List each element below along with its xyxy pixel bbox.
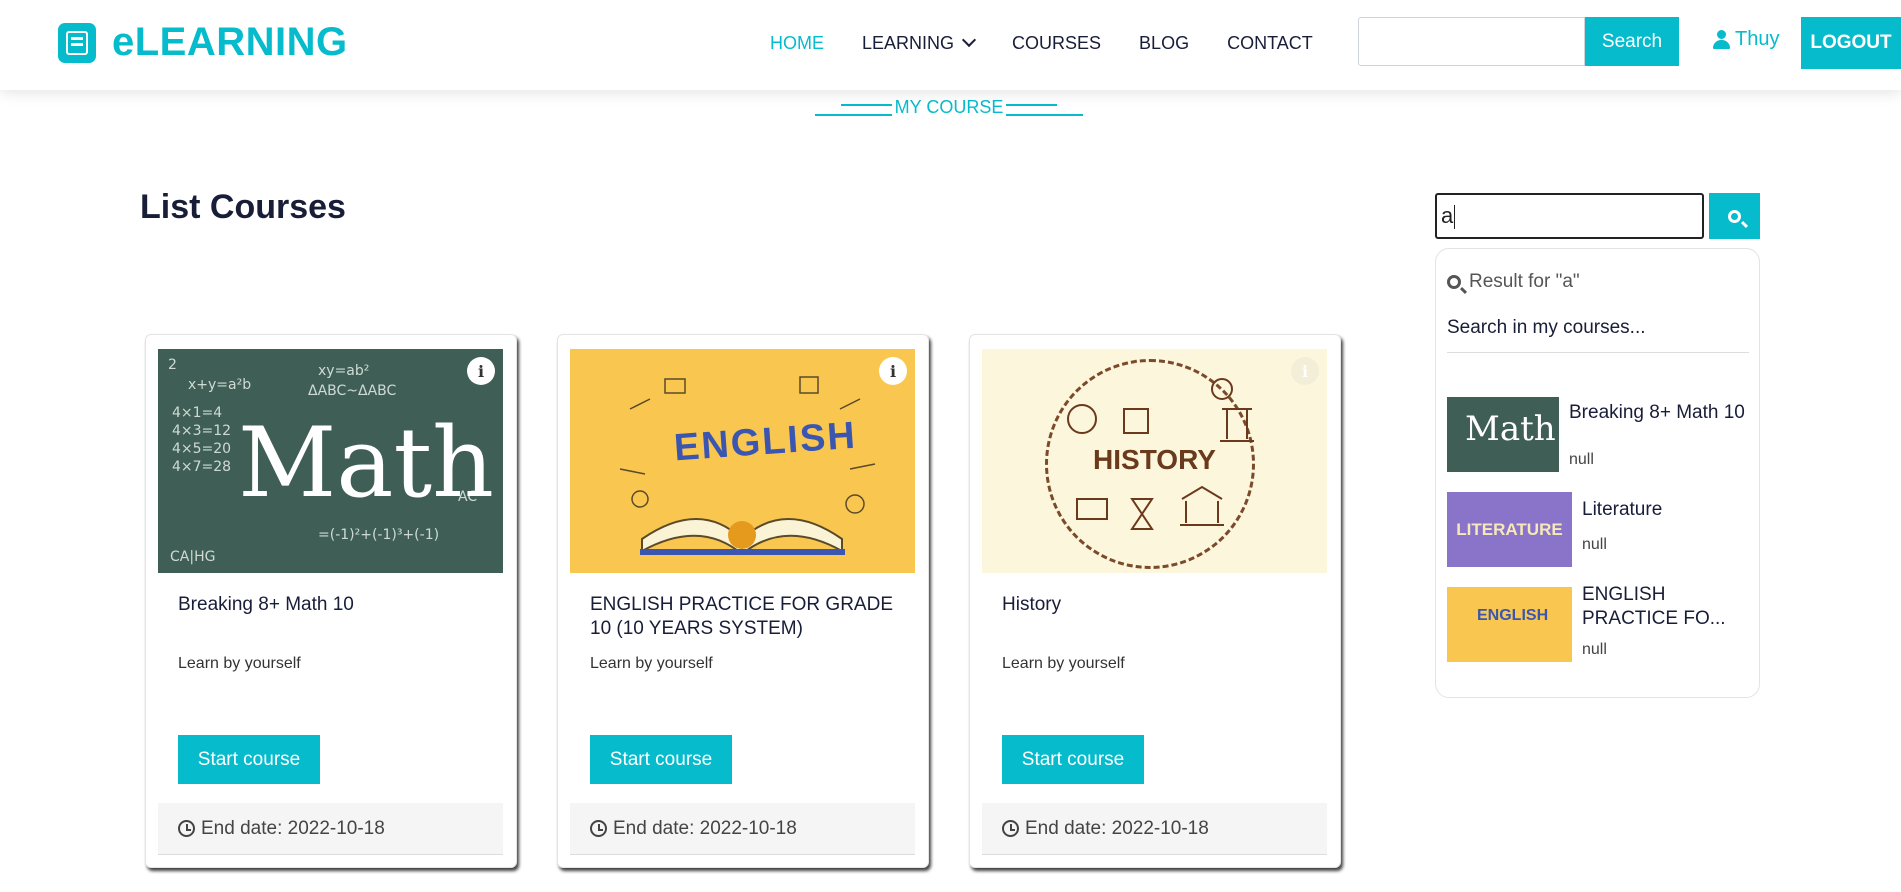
nav-home-label: HOME bbox=[770, 32, 824, 53]
result-for: Result for "a" bbox=[1447, 271, 1580, 293]
course-end-date: End date: 2022-10-18 bbox=[570, 803, 915, 855]
result-thumbnail-text: ENGLISH bbox=[1477, 607, 1549, 624]
result-thumbnail: LITERATURE bbox=[1447, 492, 1572, 567]
nav-contact[interactable]: CONTACT bbox=[1227, 33, 1313, 54]
chevron-down-icon bbox=[961, 32, 977, 48]
result-thumbnail: ENGLISH bbox=[1447, 587, 1572, 662]
course-title[interactable]: Breaking 8+ Math 10 bbox=[178, 593, 498, 617]
logout-button[interactable]: LOGOUT bbox=[1801, 17, 1901, 69]
nav-home[interactable]: HOME bbox=[770, 33, 824, 54]
course-image: 2 xy=ab² x+y=a²b ΔABC~ΔABC 4×1=4 4×3=12 … bbox=[158, 349, 503, 573]
divider bbox=[1447, 352, 1749, 353]
course-card: HISTORY i History Learn by yourself Star… bbox=[969, 334, 1341, 868]
section-title-text: MY COURSE bbox=[894, 97, 1004, 117]
search-result-item[interactable]: Math Breaking 8+ Math 10 null bbox=[1447, 397, 1747, 477]
nav-courses-label: COURSES bbox=[1012, 32, 1102, 53]
main-nav: HOME LEARNING COURSES BLOG CONTACT bbox=[770, 0, 1351, 86]
result-thumbnail: Math bbox=[1447, 397, 1559, 472]
start-course-button[interactable]: Start course bbox=[590, 735, 732, 784]
user-menu[interactable]: Thuy bbox=[1713, 28, 1779, 51]
info-icon[interactable]: i bbox=[879, 357, 907, 385]
course-subtitle: Learn by yourself bbox=[1002, 655, 1125, 672]
search-results-dropdown: Result for "a" Search in my courses... M… bbox=[1435, 248, 1760, 698]
user-name: Thuy bbox=[1735, 28, 1780, 50]
brand-name: eLEARNING bbox=[112, 20, 348, 64]
info-icon[interactable]: i bbox=[467, 357, 495, 385]
top-search-button[interactable]: Search bbox=[1585, 17, 1679, 66]
result-thumbnail-text: LITERATURE bbox=[1456, 520, 1563, 539]
nav-contact-label: CONTACT bbox=[1227, 32, 1313, 53]
book-icon bbox=[58, 22, 96, 63]
end-date-text: End date: 2022-10-18 bbox=[613, 817, 797, 839]
start-course-button[interactable]: Start course bbox=[178, 735, 320, 784]
course-title[interactable]: ENGLISH PRACTICE FOR GRADE 10 (10 YEARS … bbox=[590, 593, 910, 641]
result-value: null bbox=[1569, 451, 1594, 468]
result-name: ENGLISH PRACTICE FO... bbox=[1582, 584, 1726, 629]
user-icon bbox=[1713, 29, 1730, 50]
search-icon bbox=[1728, 209, 1741, 223]
result-name: Breaking 8+ Math 10 bbox=[1569, 402, 1745, 423]
nav-courses[interactable]: COURSES bbox=[1012, 33, 1101, 54]
course-title[interactable]: History bbox=[1002, 593, 1322, 617]
course-image: HISTORY i bbox=[982, 349, 1327, 573]
clock-icon bbox=[178, 820, 195, 837]
course-end-date: End date: 2022-10-18 bbox=[982, 803, 1327, 855]
nav-blog-label: BLOG bbox=[1139, 32, 1190, 53]
text-caret bbox=[1454, 205, 1456, 230]
clock-icon bbox=[1002, 820, 1019, 837]
course-search-value: a bbox=[1441, 203, 1454, 228]
course-subtitle: Learn by yourself bbox=[178, 655, 301, 672]
result-for-text: Result for "a" bbox=[1469, 271, 1580, 292]
nav-learning[interactable]: LEARNING bbox=[862, 32, 977, 54]
search-icon bbox=[1447, 275, 1461, 289]
course-search-button[interactable] bbox=[1709, 193, 1760, 239]
course-image: ENGLISH i bbox=[570, 349, 915, 573]
result-value: null bbox=[1582, 641, 1607, 658]
course-image-text: Math bbox=[238, 407, 494, 519]
course-subtitle: Learn by yourself bbox=[590, 655, 713, 672]
results-heading: Search in my courses... bbox=[1447, 317, 1646, 338]
top-search-input[interactable] bbox=[1358, 17, 1585, 66]
end-date-text: End date: 2022-10-18 bbox=[1025, 817, 1209, 839]
navbar: eLEARNING HOME LEARNING COURSES BLOG CON… bbox=[0, 0, 1901, 90]
page-title: List Courses bbox=[140, 188, 346, 226]
course-image-text: HISTORY bbox=[1093, 444, 1216, 475]
result-value: null bbox=[1582, 536, 1607, 553]
nav-blog[interactable]: BLOG bbox=[1139, 33, 1189, 54]
course-search-input[interactable]: a bbox=[1435, 193, 1704, 239]
course-card: 2 xy=ab² x+y=a²b ΔABC~ΔABC 4×1=4 4×3=12 … bbox=[145, 334, 517, 868]
section-title: MY COURSE bbox=[815, 97, 1083, 121]
end-date-text: End date: 2022-10-18 bbox=[201, 817, 385, 839]
result-thumbnail-text: Math bbox=[1465, 409, 1556, 449]
result-name: Literature bbox=[1582, 499, 1663, 520]
course-card: ENGLISH i ENGLISH PRACTICE FOR GRADE 10 … bbox=[557, 334, 929, 868]
start-course-button[interactable]: Start course bbox=[1002, 735, 1144, 784]
brand-logo[interactable]: eLEARNING bbox=[58, 20, 348, 65]
course-end-date: End date: 2022-10-18 bbox=[158, 803, 503, 855]
search-result-item[interactable]: ENGLISH ENGLISH PRACTICE FO... null bbox=[1447, 584, 1747, 667]
nav-learning-label: LEARNING bbox=[862, 32, 955, 53]
clock-icon bbox=[590, 820, 607, 837]
info-icon[interactable]: i bbox=[1291, 357, 1319, 385]
search-result-item[interactable]: LITERATURE Literature null bbox=[1447, 492, 1747, 572]
